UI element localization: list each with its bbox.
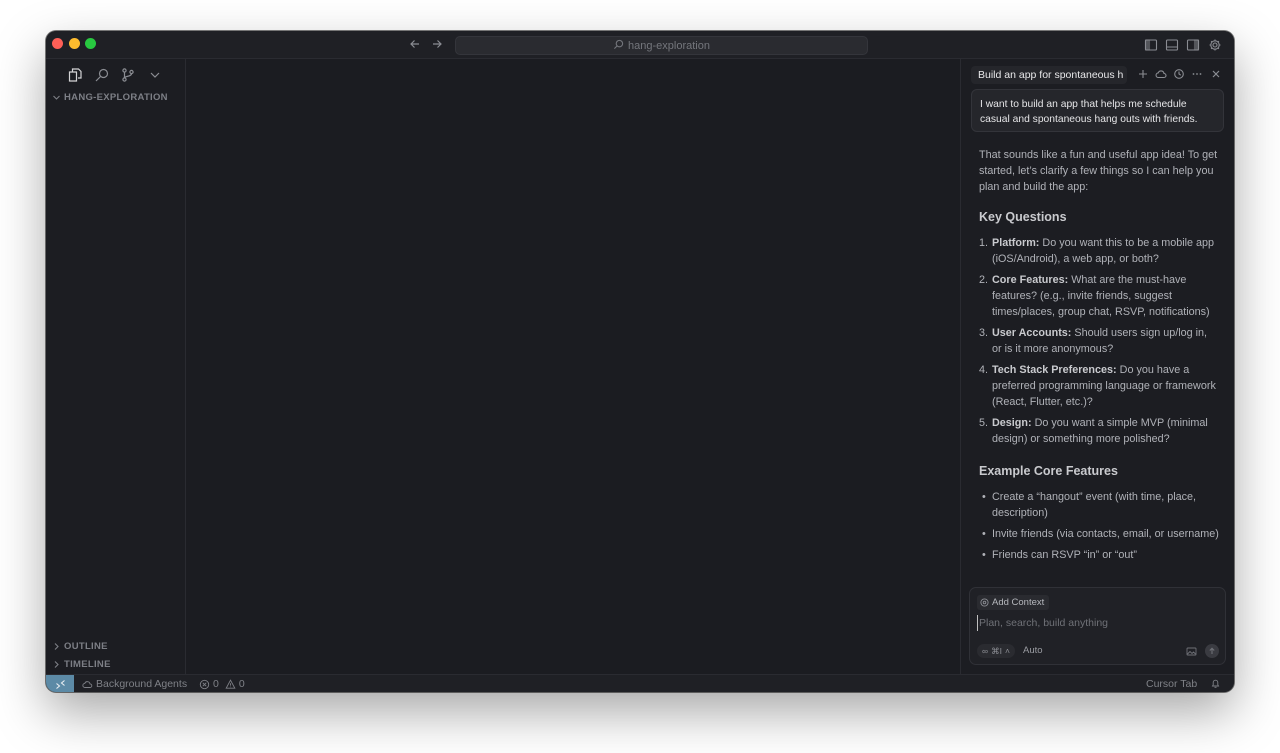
- editor-area[interactable]: [187, 59, 960, 674]
- problems-button[interactable]: 0 0: [199, 678, 245, 690]
- explorer-files-icon[interactable]: [67, 67, 83, 83]
- toggle-panel-icon[interactable]: [1165, 38, 1179, 52]
- chevron-up-icon: ˄: [1004, 646, 1010, 656]
- plus-icon[interactable]: [1137, 68, 1149, 80]
- list-item: 1. Platform: Do you want this to be a mob…: [979, 237, 1215, 265]
- close-icon[interactable]: [1210, 68, 1222, 80]
- infinity-icon: ∞: [982, 646, 989, 656]
- features-list: • Create a “hangout” event (with time, pl…: [979, 489, 1219, 563]
- source-control-icon[interactable]: [120, 67, 136, 83]
- features-heading: Example Core Features: [979, 464, 1118, 478]
- outline-section-header[interactable]: OUTLINE: [52, 641, 108, 652]
- forward-arrow-icon[interactable]: [431, 37, 443, 53]
- back-arrow-icon[interactable]: [409, 37, 421, 53]
- remote-indicator-button[interactable]: [46, 675, 74, 692]
- outline-label: OUTLINE: [64, 641, 108, 652]
- search-icon[interactable]: [94, 67, 110, 83]
- user-message[interactable]: I want to build an app that helps me sch…: [971, 89, 1224, 132]
- history-icon[interactable]: [1173, 68, 1185, 80]
- image-icon[interactable]: [1186, 646, 1197, 657]
- remote-icon: [55, 679, 65, 689]
- chevron-down-icon[interactable]: [147, 67, 163, 83]
- toggle-primary-sidebar-icon[interactable]: [1144, 38, 1158, 52]
- chat-panel: Build an app for spontaneous h I want to…: [960, 59, 1234, 674]
- list-item: • Friends can RSVP “in” or “out”: [982, 549, 1138, 561]
- gear-icon[interactable]: [1208, 38, 1222, 52]
- explorer-folder-header[interactable]: HANG-EXPLORATION: [52, 92, 168, 103]
- background-agents-button[interactable]: Background Agents: [82, 678, 187, 690]
- response-intro: That sounds like a fun and useful app id…: [979, 149, 1218, 193]
- toggle-secondary-sidebar-icon[interactable]: [1186, 38, 1200, 52]
- chevron-right-icon: [52, 660, 61, 669]
- command-center-text: hang-exploration: [628, 39, 710, 52]
- questions-list: 1. Platform: Do you want this to be a mob…: [979, 235, 1219, 447]
- error-icon: [199, 679, 210, 689]
- model-selector[interactable]: Auto: [1023, 645, 1043, 656]
- list-item: 2. Core Features: What are the must-have …: [979, 274, 1210, 318]
- bell-icon[interactable]: [1210, 678, 1221, 689]
- list-item: • Create a “hangout” event (with time, pl…: [982, 491, 1197, 519]
- arrow-up-icon: [1209, 647, 1215, 654]
- add-context-label: Add Context: [992, 597, 1045, 608]
- cloud-icon: [82, 680, 93, 688]
- folder-name: HANG-EXPLORATION: [64, 92, 168, 103]
- add-context-button[interactable]: Add Context: [977, 595, 1050, 610]
- more-options-icon[interactable]: [1191, 68, 1203, 80]
- chat-tab-title[interactable]: Build an app for spontaneous h: [971, 66, 1127, 84]
- close-window-button[interactable]: [52, 38, 63, 49]
- warning-count: 0: [238, 678, 245, 690]
- title-bar: hang-exploration: [46, 31, 1234, 59]
- primary-sidebar: HANG-EXPLORATION OUTLINE TIMELINE: [46, 59, 186, 674]
- mode-shortcut: ⌘I: [991, 645, 1002, 656]
- key-questions-heading: Key Questions: [979, 210, 1067, 224]
- chat-composer: Add Context ∞ ⌘I ˄ Auto: [969, 587, 1226, 665]
- chat-input[interactable]: [977, 615, 1217, 631]
- command-center-search[interactable]: hang-exploration: [455, 36, 868, 55]
- list-item: 3. User Accounts: Should users sign up/lo…: [979, 327, 1208, 355]
- list-item: • Invite friends (via contacts, email, or…: [982, 528, 1219, 540]
- agent-mode-selector[interactable]: ∞ ⌘I ˄: [977, 644, 1015, 658]
- zoom-window-button[interactable]: [85, 38, 96, 49]
- app-window: hang-exploration HANG-EXPLORATION OUTLIN…: [46, 31, 1234, 692]
- background-agents-label: Background Agents: [96, 678, 188, 690]
- chevron-right-icon: [52, 642, 61, 651]
- assistant-response: That sounds like a fun and useful app id…: [979, 147, 1219, 587]
- minimize-window-button[interactable]: [69, 38, 80, 49]
- error-count: 0: [213, 678, 219, 690]
- timeline-section-header[interactable]: TIMELINE: [52, 659, 111, 670]
- timeline-label: TIMELINE: [64, 659, 111, 670]
- send-button[interactable]: [1205, 644, 1219, 658]
- warning-icon: [225, 678, 236, 689]
- cursor-tab-button[interactable]: Cursor Tab: [1146, 678, 1197, 690]
- search-icon: [613, 39, 624, 53]
- list-item: 4. Tech Stack Preferences: Do you have a …: [979, 364, 1216, 408]
- list-item: 5. Design: Do you want a simple MVP (mini…: [979, 417, 1208, 445]
- at-sign-icon: [980, 598, 989, 607]
- status-bar: Background Agents 0 0 Cursor Tab: [46, 674, 1234, 692]
- chevron-down-icon: [52, 93, 61, 102]
- cloud-icon[interactable]: [1155, 68, 1167, 80]
